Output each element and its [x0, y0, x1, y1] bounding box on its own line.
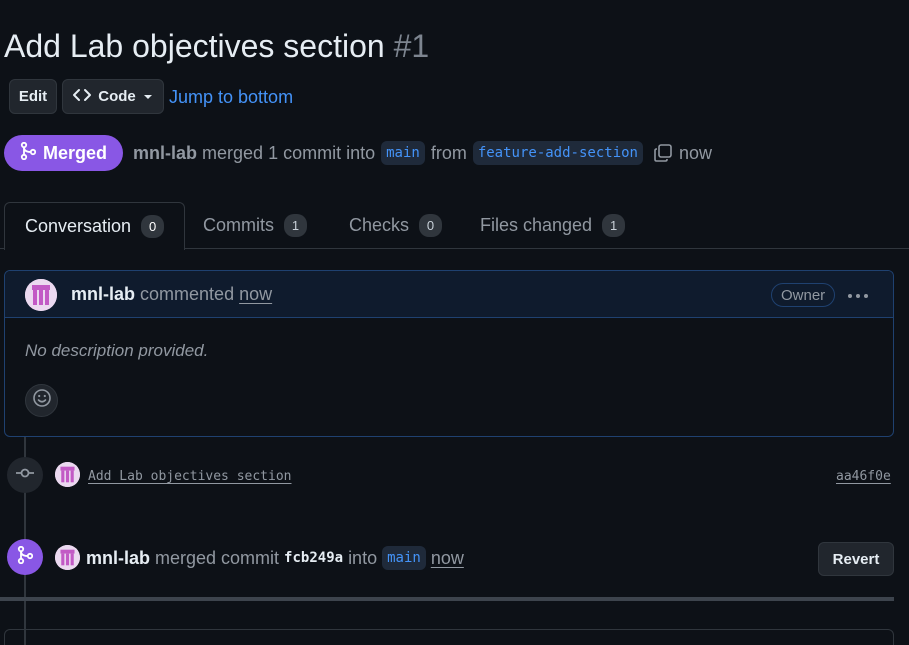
avatar[interactable]: [55, 545, 80, 570]
comment-header: mnl-lab commented now Owner: [5, 271, 893, 318]
kebab-menu-icon[interactable]: [847, 283, 869, 303]
tab-label: Checks: [349, 215, 410, 235]
tab-counter: 0: [419, 214, 443, 237]
page-title: Add Lab objectives section #1: [4, 28, 429, 65]
comment-action: commented: [140, 284, 235, 304]
next-section-card: [4, 629, 894, 645]
timeline-divider: [0, 597, 894, 601]
code-icon: [72, 87, 92, 107]
avatar[interactable]: [55, 462, 80, 487]
from-text: from: [430, 142, 467, 163]
revert-button-label: Revert: [832, 550, 880, 568]
merge-time: now: [678, 142, 713, 163]
head-branch-label[interactable]: feature-add-section: [472, 141, 643, 165]
tab-files-changed[interactable]: Files changed 1: [480, 202, 626, 249]
commit-sha-link[interactable]: aa46f0e: [836, 469, 891, 484]
copy-icon[interactable]: [653, 143, 673, 163]
git-merge-icon: [20, 141, 37, 165]
commit-node: [7, 457, 43, 493]
jump-to-bottom-link[interactable]: Jump to bottom: [169, 87, 293, 108]
tab-counter: 1: [284, 214, 307, 237]
comment-meta: mnl-lab commented now: [71, 284, 272, 305]
merge-branch-label[interactable]: main: [382, 546, 426, 570]
into-text: into: [348, 547, 378, 568]
merged-badge-label: Merged: [42, 142, 107, 163]
avatar[interactable]: [25, 279, 57, 311]
author-link[interactable]: mnl-lab: [133, 143, 197, 164]
merge-author-link[interactable]: mnl-lab: [86, 548, 150, 569]
merge-node: [7, 539, 43, 575]
base-branch-label[interactable]: main: [381, 141, 425, 165]
merge-summary-text: merged 1 commit into: [202, 142, 376, 163]
tab-conversation[interactable]: Conversation 0: [4, 202, 186, 250]
add-reaction-button[interactable]: [25, 384, 58, 417]
pr-number: #1: [393, 28, 430, 64]
code-button[interactable]: Code: [62, 79, 164, 114]
tab-label: Commits: [203, 215, 274, 235]
tab-label: Files changed: [480, 215, 593, 235]
tab-counter: 1: [602, 214, 626, 237]
merge-event-text: merged commit: [155, 547, 280, 568]
tab-commits[interactable]: Commits 1: [203, 202, 307, 249]
pr-title: Add Lab objectives section: [4, 28, 385, 64]
code-button-label: Code: [98, 88, 136, 105]
edit-button-label: Edit: [18, 88, 48, 105]
git-commit-icon: [15, 466, 35, 484]
git-merge-icon: [17, 545, 34, 569]
smiley-icon: [32, 388, 52, 413]
owner-badge: Owner: [771, 283, 836, 307]
tab-checks[interactable]: Checks 0: [349, 202, 443, 249]
edit-button[interactable]: Edit: [9, 79, 57, 114]
merge-event: mnl-lab merged commit fcb249a into main …: [86, 546, 464, 570]
merged-status-badge: Merged: [4, 135, 123, 171]
comment-author-link[interactable]: mnl-lab: [71, 284, 135, 304]
commit-message-link[interactable]: Add Lab objectives section: [88, 469, 292, 484]
comment-time-link[interactable]: now: [239, 284, 272, 304]
tab-counter: 0: [141, 215, 165, 238]
merge-summary: mnl-lab merged 1 commit into main from f…: [133, 141, 712, 165]
revert-button[interactable]: Revert: [818, 542, 894, 576]
caret-down-icon: [142, 88, 154, 105]
tab-label: Conversation: [25, 216, 132, 236]
merge-commit-sha-link[interactable]: fcb249a: [284, 550, 343, 566]
comment-body: No description provided.: [25, 341, 209, 360]
comment-card: mnl-lab commented now Owner No descripti…: [4, 270, 894, 437]
merge-time-link[interactable]: now: [431, 548, 464, 569]
